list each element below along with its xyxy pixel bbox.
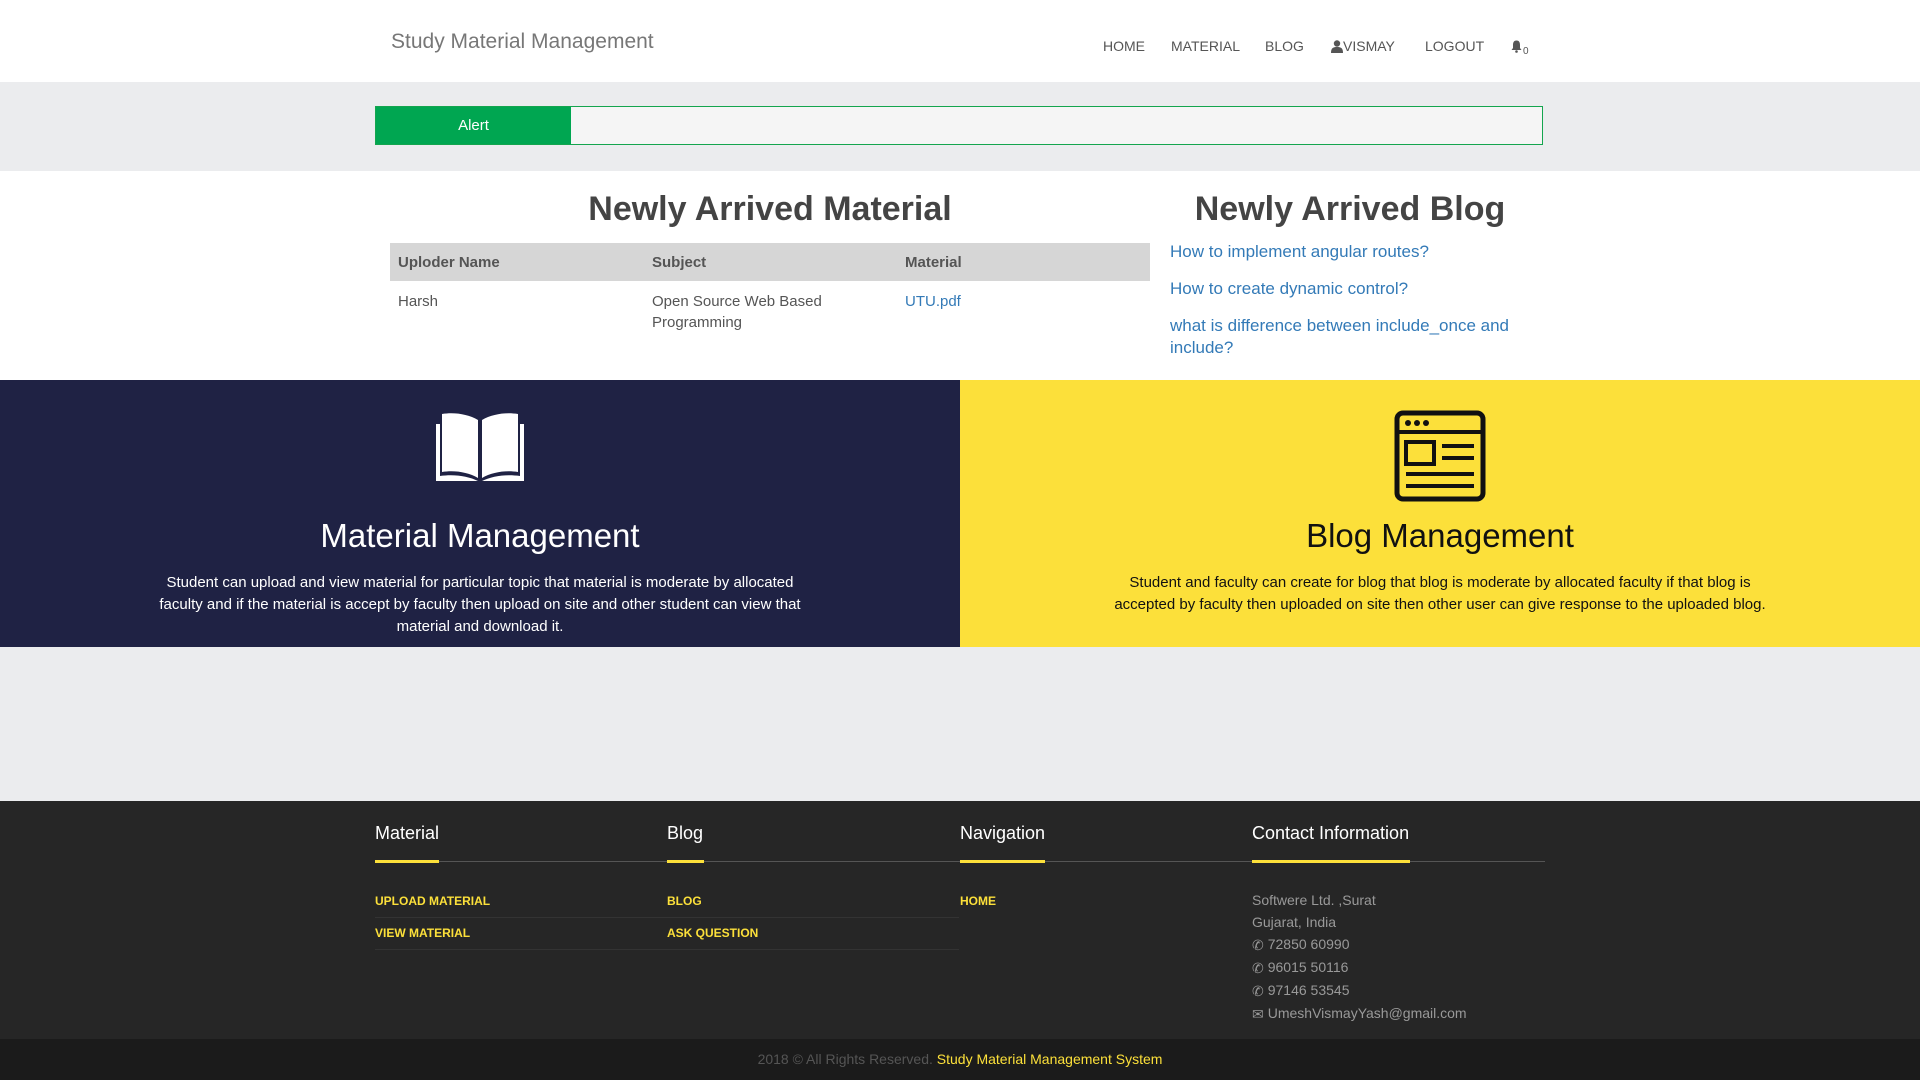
- footer-links-material: UPLOAD MATERIAL VIEW MATERIAL: [375, 891, 667, 955]
- cell-material: UTU.pdf: [897, 281, 1150, 343]
- blog-list: How to implement angular routes? How to …: [1170, 241, 1530, 374]
- footer-col-blog: Blog: [667, 823, 959, 860]
- footer-col-navigation: Navigation: [960, 823, 1252, 860]
- material-management-panel: Material Management Student can upload a…: [0, 380, 960, 647]
- envelope-icon: ✉: [1252, 1006, 1264, 1022]
- col-subject: Subject: [644, 243, 897, 281]
- contact-phone: ✆ 96015 50116: [1252, 956, 1467, 979]
- blog-link[interactable]: How to create dynamic control?: [1170, 278, 1530, 300]
- copyright-link[interactable]: Study Material Management System: [937, 1051, 1163, 1067]
- footer-link-ask-question[interactable]: ASK QUESTION: [667, 923, 959, 950]
- material-file-link[interactable]: UTU.pdf: [905, 293, 961, 310]
- table-row: Harsh Open Source Web Based Programming …: [390, 281, 1150, 343]
- nav-notifications[interactable]: 0: [1511, 38, 1529, 57]
- phone-icon: ✆: [1252, 960, 1264, 976]
- footer-title-contact: Contact Information: [1252, 823, 1410, 843]
- material-section-title: Newly Arrived Material: [588, 190, 952, 228]
- contact-phone: ✆ 72850 60990: [1252, 933, 1467, 956]
- footer-links-blog: BLOG ASK QUESTION: [667, 891, 959, 955]
- footer-link-home[interactable]: HOME: [960, 891, 1252, 917]
- nav-blog[interactable]: BLOG: [1265, 38, 1304, 54]
- contact-phone: ✆ 97146 53545: [1252, 979, 1467, 1002]
- copyright-text: 2018 © All Rights Reserved.: [757, 1051, 933, 1067]
- footer-title-blog: Blog: [667, 823, 704, 843]
- material-table: Uploder Name Subject Material Harsh Open…: [390, 243, 1150, 343]
- material-management-title: Material Management: [320, 517, 640, 554]
- browser-window-icon: [1394, 410, 1486, 507]
- copyright-bar: 2018 © All Rights Reserved. Study Materi…: [0, 1039, 1920, 1080]
- notification-count: 0: [1523, 46, 1529, 57]
- footer-link-upload-material[interactable]: UPLOAD MATERIAL: [375, 891, 667, 918]
- material-management-text: Student can upload and view material for…: [159, 574, 801, 635]
- footer-link-view-material[interactable]: VIEW MATERIAL: [375, 923, 667, 950]
- user-icon: [1331, 40, 1343, 53]
- phone-number: 72850 60990: [1267, 936, 1350, 952]
- cell-uploader: Harsh: [398, 293, 439, 310]
- footer-underline: [960, 860, 1045, 863]
- footer-col-material: Material: [375, 823, 667, 860]
- blog-link[interactable]: what is difference between include_once …: [1170, 315, 1530, 359]
- phone-number: 97146 53545: [1267, 982, 1350, 998]
- blog-section-title: Newly Arrived Blog: [1194, 190, 1506, 228]
- brand-link[interactable]: Study Material Management: [391, 30, 654, 54]
- nav-user[interactable]: VISMAY: [1331, 38, 1395, 54]
- footer-underline: [375, 860, 439, 863]
- footer-underline: [1252, 860, 1410, 863]
- footer-title-navigation: Navigation: [960, 823, 1046, 843]
- col-material: Material: [897, 243, 1150, 281]
- phone-icon: ✆: [1252, 937, 1264, 953]
- phone-icon: ✆: [1252, 983, 1264, 999]
- bell-icon: [1511, 40, 1522, 53]
- contact-email: ✉ UmeshVismayYash@gmail.com: [1252, 1002, 1467, 1025]
- nav-user-label: VISMAY: [1343, 38, 1395, 54]
- blog-link[interactable]: How to implement angular routes?: [1170, 241, 1530, 263]
- blog-management-text: Student and faculty can create for blog …: [1114, 574, 1766, 613]
- book-open-icon: [434, 410, 526, 487]
- blog-management-title: Blog Management: [1306, 517, 1574, 554]
- nav-material[interactable]: MATERIAL: [1171, 38, 1240, 54]
- blog-management-panel: Blog Management Student and faculty can …: [960, 380, 1920, 647]
- email-address: UmeshVismayYash@gmail.com: [1267, 1005, 1467, 1021]
- cell-subject: Open Source Web Based Programming: [652, 293, 822, 331]
- contact-info: Softwere Ltd. ,Surat Gujarat, India ✆ 728…: [1252, 889, 1467, 1025]
- phone-number: 96015 50116: [1267, 959, 1349, 975]
- footer-link-blog[interactable]: BLOG: [667, 891, 959, 918]
- footer-links-navigation: HOME: [960, 891, 1252, 922]
- top-navbar: Study Material Management HOME MATERIAL …: [0, 0, 1920, 82]
- contact-address-line: Softwere Ltd. ,Surat: [1252, 892, 1376, 908]
- alert-label: Alert: [376, 107, 571, 144]
- footer-underline: [667, 860, 704, 863]
- alert-bar: Alert: [375, 106, 1543, 145]
- nav-logout[interactable]: LOGOUT: [1425, 38, 1484, 54]
- contact-address-line: Gujarat, India: [1252, 914, 1337, 930]
- col-uploader: Uploder Name: [390, 243, 644, 281]
- nav-home[interactable]: HOME: [1103, 38, 1145, 54]
- footer-col-contact: Contact Information: [1252, 823, 1544, 860]
- footer-title-material: Material: [375, 823, 440, 843]
- table-header-row: Uploder Name Subject Material: [390, 243, 1150, 281]
